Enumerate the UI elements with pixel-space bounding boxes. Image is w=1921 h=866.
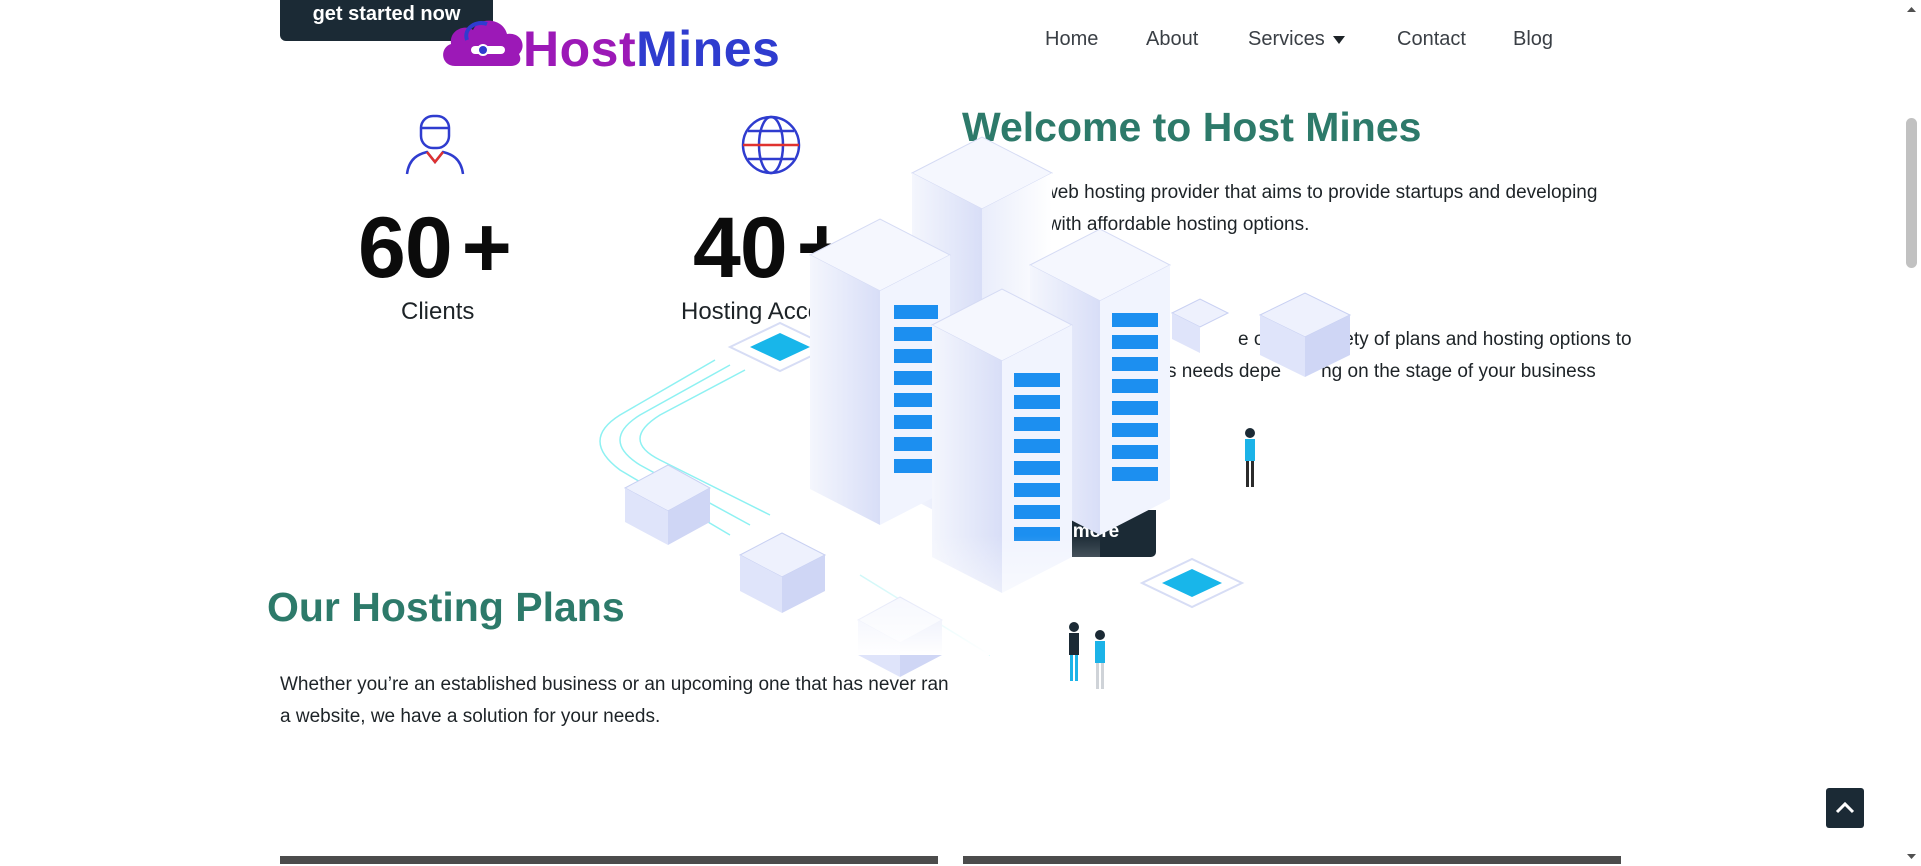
nav-contact[interactable]: Contact — [1397, 28, 1466, 51]
globe-icon — [740, 114, 802, 181]
user-icon — [405, 114, 465, 181]
welcome-para1-line1: web hosting provider that aims to provid… — [1044, 182, 1598, 203]
scroll-to-top-button[interactable] — [1826, 788, 1864, 828]
welcome-title: Welcome to Host Mines — [962, 104, 1422, 150]
scroll-up-arrow-icon[interactable] — [1906, 2, 1917, 12]
nav-services[interactable]: Services — [1248, 28, 1325, 51]
scrollbar-thumb[interactable] — [1906, 118, 1917, 268]
nav-blog[interactable]: Blog — [1513, 28, 1553, 51]
scroll-down-arrow-icon[interactable] — [1906, 848, 1917, 859]
welcome-para2-line2: s needs depe ng on the stage of your busi… — [1167, 361, 1596, 382]
plans-title: Our Hosting Plans — [267, 584, 625, 630]
caret-down-icon[interactable] — [1333, 36, 1345, 44]
chevron-up-icon — [1835, 801, 1855, 814]
stat-clients-value: 60 + — [358, 200, 512, 296]
plan-card-top — [963, 856, 1621, 864]
stat-hosting-label: Hosting Acco — [681, 298, 822, 325]
logo-wordmark: HostMines — [523, 21, 781, 77]
learn-more-button[interactable]: more — [1036, 510, 1156, 557]
nav-home[interactable]: Home — [1045, 28, 1098, 51]
plans-description: Whether you’re an established business o… — [280, 674, 949, 727]
plan-card-top — [280, 856, 938, 864]
stat-hosting-value: 40 + — [693, 200, 847, 296]
nav-about[interactable]: About — [1146, 28, 1198, 51]
welcome-para1-line2: s with affordable hosting options. — [1033, 214, 1310, 235]
stat-clients-label: Clients — [401, 298, 475, 325]
welcome-para2-line1: e offer a variety of plans and hosting o… — [1238, 329, 1632, 350]
